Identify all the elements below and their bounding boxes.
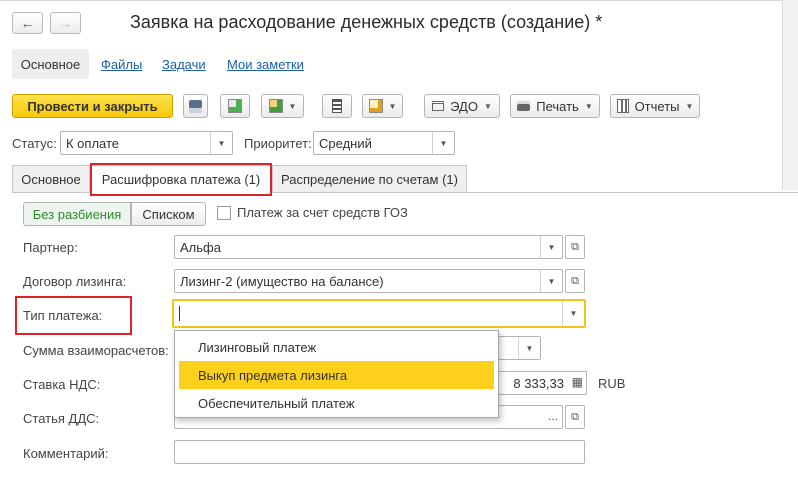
partner-field[interactable]: Альфа ▼ xyxy=(174,235,563,259)
section-my-notes[interactable]: Мои заметки xyxy=(227,57,304,72)
partner-label: Партнер: xyxy=(23,240,78,255)
payment-type-highlight-box xyxy=(15,296,132,335)
chevron-down-icon: ▼ xyxy=(288,101,297,111)
dropdown-option-leasing-buyout[interactable]: Выкуп предмета лизинга xyxy=(179,361,494,389)
chevron-down-icon[interactable]: ▼ xyxy=(432,132,454,154)
payment-type-dropdown: Лизинговый платеж Выкуп предмета лизинга… xyxy=(174,330,499,418)
vat-amount-value: 8 333,33 xyxy=(513,376,564,391)
partner-open-button[interactable]: ⧉ xyxy=(565,235,585,259)
section-files[interactable]: Файлы xyxy=(101,57,142,72)
contract-field[interactable]: Лизинг-2 (имущество на балансе) ▼ xyxy=(174,269,563,293)
edo-label: ЭДО xyxy=(450,98,478,114)
back-button[interactable]: ← xyxy=(12,12,43,34)
section-tasks[interactable]: Задачи xyxy=(162,57,206,72)
priority-select[interactable]: Средний ▼ xyxy=(313,131,455,155)
priority-value: Средний xyxy=(319,136,372,151)
partner-value: Альфа xyxy=(180,240,221,255)
no-split-button[interactable]: Без разбиения xyxy=(23,202,131,226)
text-caret xyxy=(179,306,180,321)
list-mode-button[interactable]: Списком xyxy=(131,202,206,226)
goz-checkbox[interactable] xyxy=(217,206,231,220)
reports-button[interactable]: Отчеты ▼ xyxy=(610,94,700,118)
chevron-down-icon: ▼ xyxy=(584,101,593,111)
chevron-down-icon: ▼ xyxy=(685,101,694,111)
dropdown-option-security-payment[interactable]: Обеспечительный платеж xyxy=(179,389,494,417)
save-button[interactable] xyxy=(183,94,208,118)
comment-label: Комментарий: xyxy=(23,446,109,461)
dds-item-open-button[interactable]: ⧉ xyxy=(565,405,585,429)
calculator-icon[interactable]: ▦ xyxy=(572,375,583,389)
select-more-icon[interactable]: ... xyxy=(548,409,558,423)
arrow-right-icon: → xyxy=(58,15,73,31)
tab-account-distribution[interactable]: Распределение по счетам (1) xyxy=(272,165,467,193)
edo-button[interactable]: ЭДО ▼ xyxy=(424,94,500,118)
section-main[interactable]: Основное xyxy=(12,49,89,79)
report-icon xyxy=(616,99,629,113)
priority-label: Приоритет: xyxy=(244,136,312,151)
tab-main[interactable]: Основное xyxy=(12,165,90,193)
open-form-icon: ⧉ xyxy=(571,240,579,253)
chevron-down-icon[interactable]: ▼ xyxy=(518,337,540,359)
floppy-disk-icon xyxy=(189,99,202,113)
contract-label: Договор лизинга: xyxy=(23,274,127,289)
structure-button[interactable] xyxy=(322,94,352,118)
edo-icon xyxy=(432,101,445,111)
chevron-down-icon[interactable]: ▼ xyxy=(562,301,584,326)
print-label: Печать xyxy=(536,98,579,114)
post-button[interactable] xyxy=(220,94,250,118)
forward-button[interactable]: → xyxy=(50,12,81,34)
dds-item-label: Статья ДДС: xyxy=(23,411,100,426)
chevron-down-icon: ▼ xyxy=(483,101,492,111)
comment-field[interactable] xyxy=(174,440,585,464)
currency-label: RUB xyxy=(598,376,626,391)
status-value: К оплате xyxy=(66,136,120,151)
top-border xyxy=(0,0,798,1)
contract-open-button[interactable]: ⧉ xyxy=(565,269,585,293)
arrow-left-icon: ← xyxy=(20,15,35,31)
chevron-down-icon[interactable]: ▼ xyxy=(540,270,562,292)
post-document-icon xyxy=(228,99,242,113)
create-based-on-button[interactable]: ▼ xyxy=(261,94,304,118)
vat-rate-label: Ставка НДС: xyxy=(23,377,101,392)
chevron-down-icon[interactable]: ▼ xyxy=(210,132,232,154)
attach-document-icon xyxy=(368,99,383,113)
attach-button[interactable]: ▼ xyxy=(362,94,403,118)
tab-highlight-box xyxy=(90,163,272,196)
contract-value: Лизинг-2 (имущество на балансе) xyxy=(180,274,384,289)
chevron-down-icon[interactable]: ▼ xyxy=(540,236,562,258)
printer-icon xyxy=(517,101,531,111)
side-panel-edge xyxy=(782,0,798,190)
print-button[interactable]: Печать ▼ xyxy=(510,94,600,118)
open-form-icon: ⧉ xyxy=(571,410,579,423)
payment-type-input[interactable]: ▼ xyxy=(172,299,586,328)
reports-label: Отчеты xyxy=(634,98,680,114)
document-list-icon xyxy=(332,99,342,113)
window-title: Заявка на расходование денежных средств … xyxy=(130,12,603,32)
goz-checkbox-label: Платеж за счет средств ГОЗ xyxy=(237,205,408,220)
create-based-icon xyxy=(268,99,283,113)
open-form-icon: ⧉ xyxy=(571,274,579,287)
dropdown-option-leasing-payment[interactable]: Лизинговый платеж xyxy=(179,333,494,361)
status-label: Статус: xyxy=(12,136,57,151)
settlement-amount-label: Сумма взаиморасчетов: xyxy=(23,343,169,358)
post-and-close-button[interactable]: Провести и закрыть xyxy=(12,94,173,118)
status-select[interactable]: К оплате ▼ xyxy=(60,131,233,155)
chevron-down-icon: ▼ xyxy=(388,101,397,111)
